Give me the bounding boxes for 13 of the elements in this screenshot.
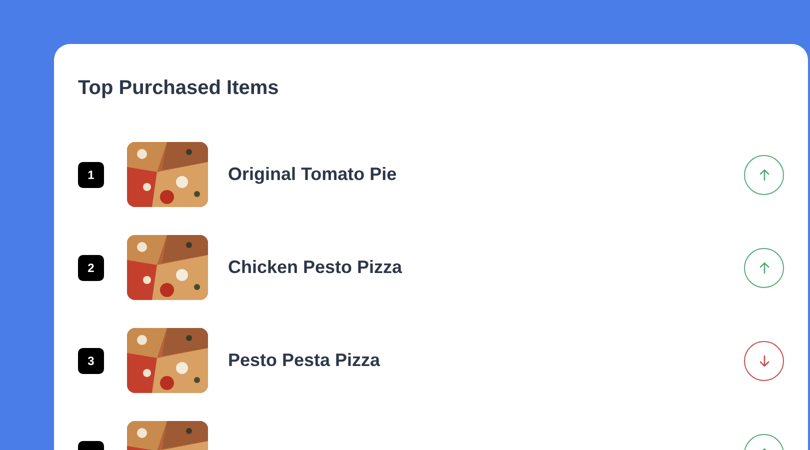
- rank-badge: 1: [78, 162, 104, 188]
- rank-badge: 3: [78, 348, 104, 374]
- arrow-up-icon: [758, 262, 770, 274]
- trend-button[interactable]: [744, 154, 784, 194]
- trend-button[interactable]: [744, 248, 784, 288]
- arrow-down-icon: [758, 354, 770, 366]
- item-name: Original Tomato Pie: [228, 164, 398, 185]
- arrow-up-icon: [758, 168, 770, 180]
- item-name: Pesto Pesta Pizza: [228, 350, 382, 371]
- item-name: Chicken Pesto Pizza: [228, 257, 404, 278]
- card-title: Top Purchased Items: [78, 76, 279, 100]
- rank-badge: 2: [78, 254, 104, 280]
- trend-button[interactable]: [744, 340, 784, 380]
